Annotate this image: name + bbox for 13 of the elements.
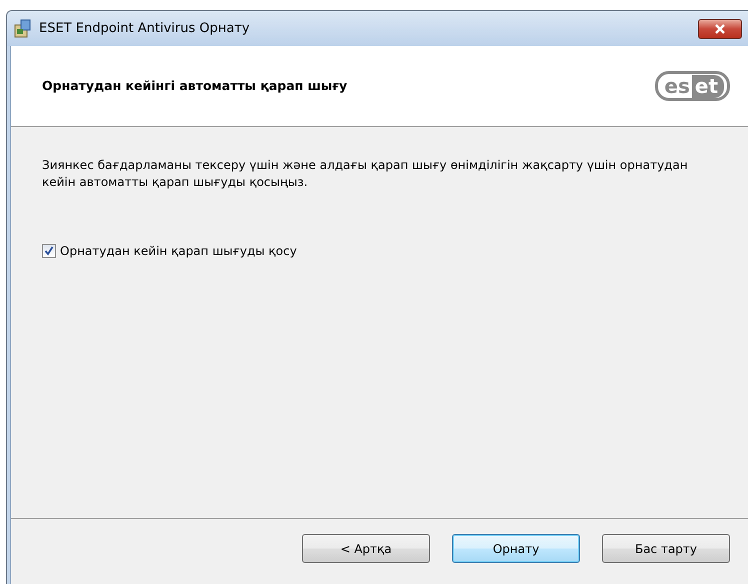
description-text: Зиянкес бағдарламаны тексеру үшін және алдағы қарап шығу өнімділігін жақсарту үшін орнатудан кейін автоматты қарап шығуды қосыңыз.: [42, 157, 689, 191]
window-title: ESET Endpoint Antivirus Орнату: [39, 20, 250, 38]
eset-logo: es et: [655, 71, 730, 101]
page-title: Орнатудан кейінгі автоматты қарап шығу: [42, 76, 348, 95]
install-button[interactable]: Орнату: [452, 534, 580, 563]
back-button[interactable]: < Артқа: [302, 534, 430, 563]
cancel-button[interactable]: Бас тарту: [602, 534, 730, 563]
close-icon: [713, 24, 727, 34]
installer-icon: [13, 18, 33, 38]
checkbox-label[interactable]: Орнатудан кейін қарап шығуды қосу: [60, 242, 297, 260]
check-icon: [44, 246, 54, 256]
scan-checkbox[interactable]: [42, 244, 56, 258]
close-button[interactable]: [698, 18, 742, 38]
